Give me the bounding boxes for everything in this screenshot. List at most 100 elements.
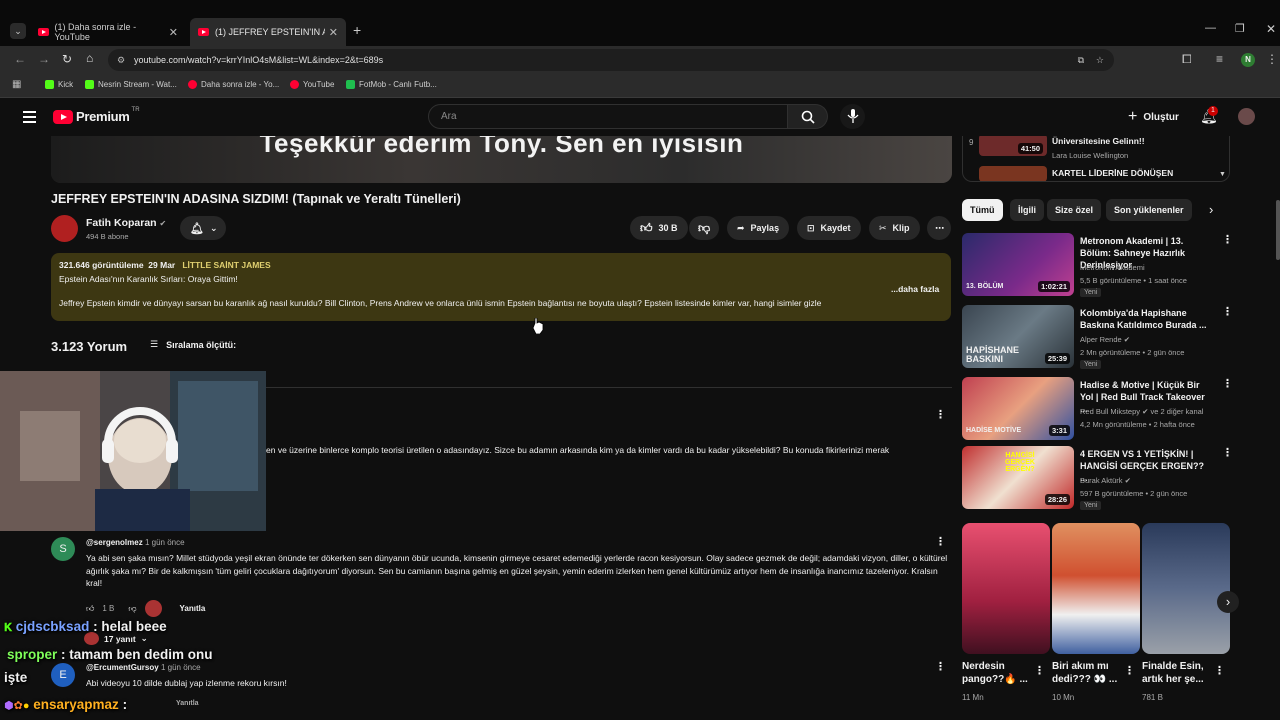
short-title[interactable]: Biri akım mı dedi??? 👀 ... bbox=[1052, 660, 1132, 686]
bookmark-fotmob[interactable]: FotMob - Canlı Futb... bbox=[346, 80, 437, 89]
create-button[interactable]: + Oluştur bbox=[1128, 108, 1179, 126]
playlist-item-title[interactable]: KARTEL LİDERİNE DÖNÜŞEN bbox=[1052, 168, 1173, 178]
close-tab-icon[interactable]: ✕ bbox=[169, 26, 178, 39]
comment-author[interactable]: @ErcumentGursoy bbox=[86, 663, 159, 672]
description-box[interactable]: 321.646 görüntüleme 29 Mar LİTTLE SAİNT … bbox=[51, 253, 951, 321]
bookmark-nesrin[interactable]: Nesrin Stream - Wat... bbox=[85, 80, 177, 89]
playlist-thumb[interactable] bbox=[979, 166, 1047, 181]
comment-dislike-icon[interactable]: 👎︎ bbox=[128, 604, 136, 614]
short-thumbnail[interactable] bbox=[1142, 523, 1230, 654]
reload-icon[interactable]: ↻ bbox=[62, 52, 72, 66]
reply-button[interactable]: Yanıtla bbox=[176, 700, 199, 707]
video-menu-icon[interactable]: ⋮ bbox=[1222, 446, 1233, 459]
comment-time[interactable]: 1 gün önce bbox=[161, 663, 201, 672]
video-channel[interactable]: Burak Aktürk ✔︎ bbox=[1080, 476, 1131, 485]
video-menu-icon[interactable]: ⋮ bbox=[1222, 233, 1233, 246]
channel-avatar[interactable] bbox=[51, 215, 78, 242]
channel-name[interactable]: Fatih Koparan ✔︎ bbox=[86, 217, 166, 229]
bookmark-kick[interactable]: Kick bbox=[45, 80, 73, 89]
site-info-icon[interactable]: ⚙ bbox=[117, 49, 125, 71]
close-window-button[interactable]: ✕ bbox=[1266, 22, 1276, 36]
voice-search-button[interactable] bbox=[840, 104, 865, 129]
hamburger-menu-icon[interactable] bbox=[23, 111, 36, 123]
short-title[interactable]: Finalde Esin, artık her şe... bbox=[1142, 660, 1222, 686]
chip-all[interactable]: Tümü bbox=[962, 199, 1003, 221]
video-thumbnail[interactable]: HANGİSİ GERÇEK ERGEN? 28:26 bbox=[962, 446, 1074, 509]
video-thumbnail[interactable]: 13. BÖLÜM 1:02:21 bbox=[962, 233, 1074, 296]
video-thumbnail[interactable]: HAPİSHANE BASKINI 25:39 bbox=[962, 305, 1074, 368]
comment-author[interactable]: @sergenolmez bbox=[86, 538, 143, 547]
install-icon[interactable]: ⧉ bbox=[1078, 49, 1084, 71]
shorts-next-button[interactable]: › bbox=[1217, 591, 1239, 613]
minimize-button[interactable]: — bbox=[1205, 22, 1216, 34]
video-player[interactable]: Teşekkür ederim Tony. Sen en iyisisin bbox=[51, 136, 952, 183]
recommended-video[interactable]: 13. BÖLÜM 1:02:21 Metronom Akademi | 13.… bbox=[962, 233, 1233, 297]
share-button[interactable]: ➦ Paylaş bbox=[727, 216, 790, 240]
short-menu-icon[interactable]: ⋮ bbox=[1034, 664, 1045, 677]
chips-next-icon[interactable]: › bbox=[1209, 202, 1213, 217]
home-icon[interactable]: ⌂ bbox=[86, 51, 93, 65]
reply-button[interactable]: Yanıtla bbox=[180, 604, 206, 613]
recommended-video[interactable]: HANGİSİ GERÇEK ERGEN? 28:26 4 ERGEN VS 1… bbox=[962, 446, 1233, 510]
sort-comments-button[interactable]: ☰ Sıralama ölçütü: bbox=[150, 339, 236, 350]
video-channel[interactable]: Red Bull Mikstepy ✔︎ ve 2 diğer kanal bbox=[1080, 407, 1203, 416]
account-avatar[interactable] bbox=[1238, 108, 1255, 125]
new-tab-button[interactable]: + bbox=[353, 22, 361, 38]
commenter-avatar[interactable]: E bbox=[51, 663, 75, 687]
tab-search-icon[interactable]: ⌄ bbox=[10, 23, 26, 39]
comment-input-underline[interactable] bbox=[266, 387, 952, 388]
apps-grid-icon[interactable]: ▦ bbox=[12, 79, 21, 90]
video-menu-icon[interactable]: ⋮ bbox=[1222, 305, 1233, 318]
playlist-scroll-arrow-icon[interactable]: ▼ bbox=[1219, 171, 1226, 178]
comment-menu-icon[interactable]: ⋮ bbox=[935, 408, 946, 421]
playlist-item-title[interactable]: Üniversitesine Gelinn!! bbox=[1052, 136, 1145, 146]
close-tab-icon[interactable]: ✕ bbox=[329, 26, 338, 39]
bookmark-youtube[interactable]: YouTube bbox=[290, 80, 334, 89]
comment-menu-icon[interactable]: ⋮ bbox=[935, 535, 946, 548]
short-menu-icon[interactable]: ⋮ bbox=[1124, 664, 1135, 677]
forward-icon[interactable]: → bbox=[38, 52, 50, 66]
dislike-button[interactable]: 👎︎ bbox=[689, 216, 719, 240]
restore-button[interactable]: ❐ bbox=[1235, 22, 1245, 35]
search-input[interactable]: Ara bbox=[428, 104, 788, 129]
commenter-avatar[interactable]: S bbox=[51, 537, 75, 561]
extensions-icon[interactable]: ⧠ bbox=[1182, 52, 1192, 67]
short-thumbnail[interactable] bbox=[962, 523, 1050, 654]
show-more-link[interactable]: ...daha fazla bbox=[891, 284, 939, 294]
comment-time[interactable]: 1 gün önce bbox=[145, 538, 185, 547]
tab-current-video[interactable]: (1) JEFFREY EPSTEIN'IN ADASIN ✕ bbox=[190, 18, 346, 46]
comment-menu-icon[interactable]: ⋮ bbox=[935, 660, 946, 673]
recommended-video[interactable]: HADİSE MOTİVE 3:31 Hadise & Motive | Küç… bbox=[962, 377, 1233, 441]
clip-button[interactable]: ✂ Klip bbox=[869, 216, 920, 240]
bookmark-star-icon[interactable]: ☆ bbox=[1096, 49, 1104, 71]
location-link[interactable]: LİTTLE SAİNT JAMES bbox=[182, 260, 270, 270]
back-icon[interactable]: ← bbox=[14, 52, 26, 66]
chip-for-you[interactable]: Size özel bbox=[1047, 199, 1102, 221]
profile-avatar[interactable]: N bbox=[1241, 53, 1255, 67]
video-channel[interactable]: Alper Rende ✔︎ bbox=[1080, 335, 1130, 344]
save-button[interactable]: ⊡ Kaydet bbox=[797, 216, 861, 240]
recommended-video[interactable]: HAPİSHANE BASKINI 25:39 Kolombiya'da Hap… bbox=[962, 305, 1233, 369]
page-scrollbar[interactable] bbox=[1276, 200, 1280, 260]
tab-watch-later[interactable]: (1) Daha sonra izle - YouTube ✕ bbox=[30, 18, 186, 46]
video-channel[interactable]: Metronom Akademi bbox=[1080, 263, 1145, 272]
like-button[interactable]: 👍︎ 30 B bbox=[630, 216, 688, 240]
short-menu-icon[interactable]: ⋮ bbox=[1214, 664, 1225, 677]
short-thumbnail[interactable] bbox=[1052, 523, 1140, 654]
playlist-thumb[interactable]: 41:50 bbox=[979, 136, 1047, 156]
comment-like-icon[interactable]: 👍︎ bbox=[86, 604, 94, 614]
description-meta: 321.646 görüntüleme 29 Mar LİTTLE SAİNT … bbox=[59, 260, 271, 270]
short-title[interactable]: Nerdesin pango??🔥 ... bbox=[962, 660, 1042, 686]
menu-kebab-icon[interactable]: ⋮ bbox=[1266, 52, 1278, 66]
more-actions-button[interactable]: ⋯ bbox=[927, 216, 951, 240]
video-thumbnail[interactable]: HADİSE MOTİVE 3:31 bbox=[962, 377, 1074, 440]
url-input[interactable]: ⚙ youtube.com/watch?v=krrYInlO4sM&list=W… bbox=[108, 49, 1114, 71]
video-menu-icon[interactable]: ⋮ bbox=[1222, 377, 1233, 390]
chip-related[interactable]: İlgili bbox=[1010, 199, 1044, 221]
bookmark-watch-later[interactable]: Daha sonra izle - Yo... bbox=[188, 80, 279, 89]
search-button[interactable] bbox=[788, 104, 828, 129]
youtube-logo[interactable]: Premium TR bbox=[53, 107, 140, 124]
media-icon[interactable]: ≡ bbox=[1216, 52, 1223, 66]
subscription-bell-button[interactable]: 🔔︎ ⌄ bbox=[180, 216, 226, 240]
chip-recent[interactable]: Son yüklenenler bbox=[1106, 199, 1192, 221]
